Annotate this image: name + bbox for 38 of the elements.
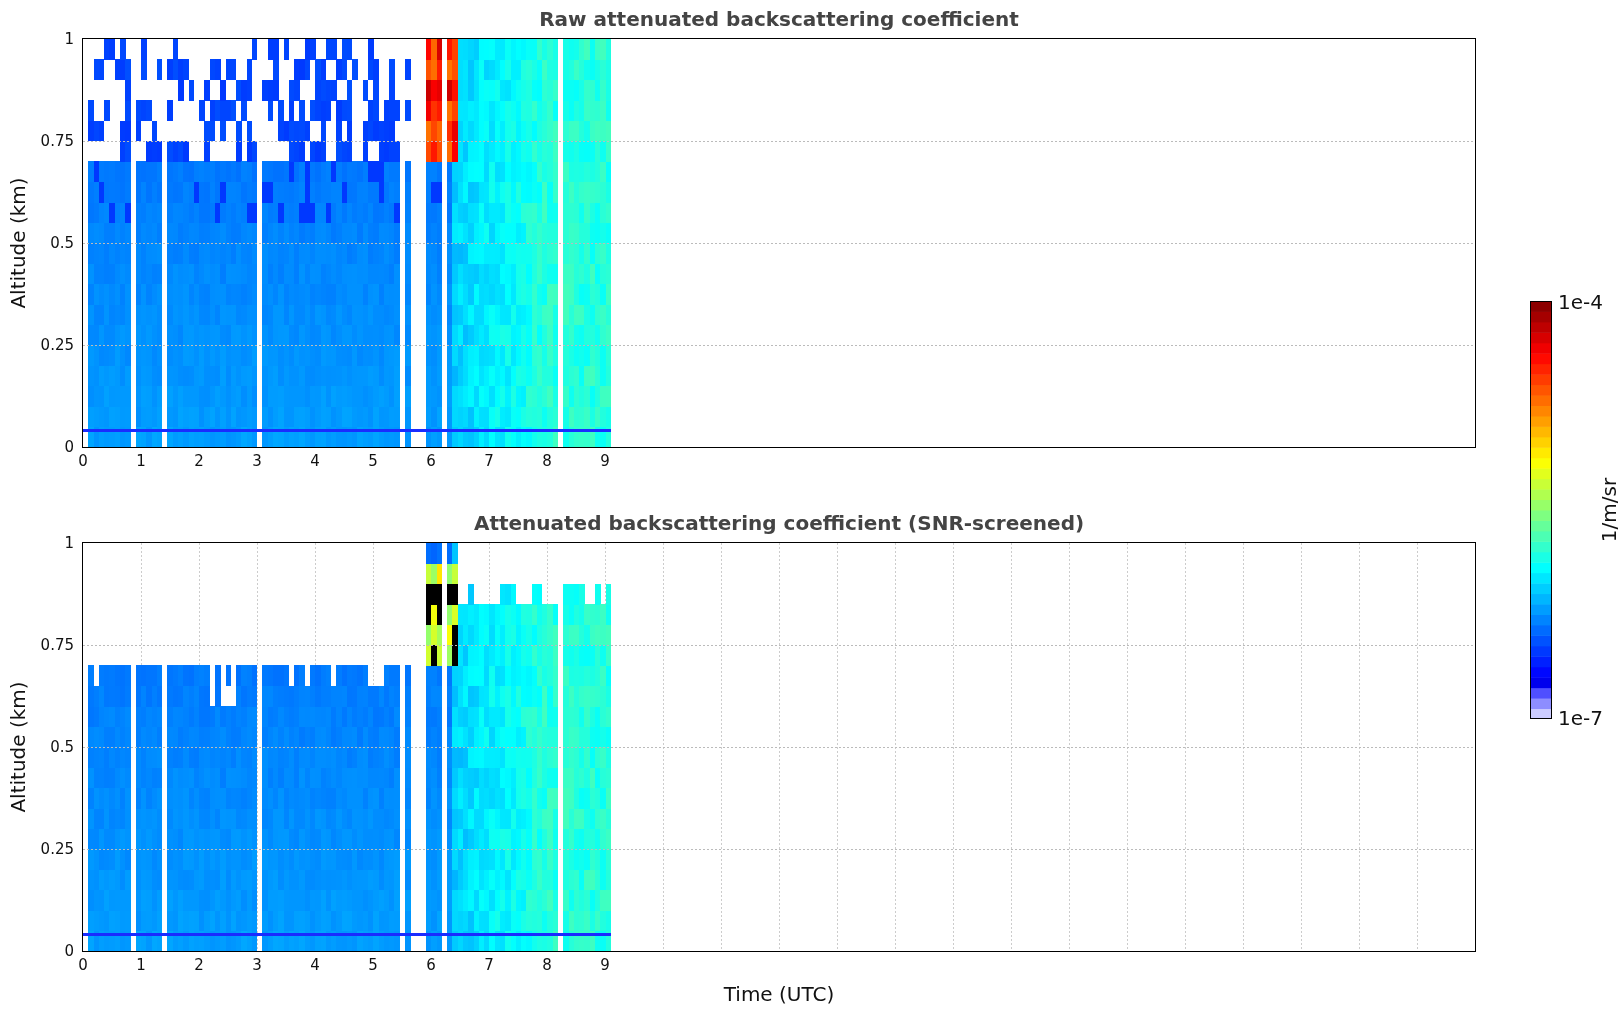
colorbar-label: 1/m/sr bbox=[1597, 477, 1621, 543]
tick-label: 2 bbox=[194, 452, 204, 470]
tick-label: 0.75 bbox=[40, 636, 74, 654]
tick-label: 1 bbox=[136, 956, 146, 974]
chart-title: Raw attenuated backscattering coefficient bbox=[538, 7, 1020, 31]
tick-label: 2 bbox=[194, 956, 204, 974]
axis-label: Altitude (km) bbox=[6, 177, 30, 309]
axis-label: Altitude (km) bbox=[6, 681, 30, 813]
tick-label: 0 bbox=[78, 452, 88, 470]
tick-label: 3 bbox=[252, 956, 262, 974]
tick-label: 8 bbox=[542, 956, 552, 974]
tick-label: 3 bbox=[252, 452, 262, 470]
tick-label: 0.5 bbox=[50, 234, 74, 252]
tick-label: 7 bbox=[484, 452, 494, 470]
tick-label: 6 bbox=[426, 452, 436, 470]
colorbar-max-label: 1e-4 bbox=[1558, 290, 1603, 314]
tick-label: 4 bbox=[310, 452, 320, 470]
tick-label: 1 bbox=[64, 30, 74, 48]
tick-label: 8 bbox=[542, 452, 552, 470]
tick-label: 0.25 bbox=[40, 840, 74, 858]
tick-label: 0.75 bbox=[40, 132, 74, 150]
tick-label: 4 bbox=[310, 956, 320, 974]
tick-label: 5 bbox=[368, 956, 378, 974]
chart-title: Attenuated backscattering coefficient (SNR-screened) bbox=[472, 511, 1086, 535]
tick-label: 9 bbox=[600, 956, 610, 974]
tick-label: 0 bbox=[78, 956, 88, 974]
tick-label: 9 bbox=[600, 452, 610, 470]
tick-label: 0.25 bbox=[40, 336, 74, 354]
axis-label: Time (UTC) bbox=[722, 982, 836, 1006]
tick-label: 0 bbox=[64, 438, 74, 456]
tick-label: 6 bbox=[426, 956, 436, 974]
tick-label: 1 bbox=[136, 452, 146, 470]
tick-label: 0 bbox=[64, 942, 74, 960]
tick-label: 7 bbox=[484, 956, 494, 974]
colorbar-min-label: 1e-7 bbox=[1558, 706, 1603, 730]
tick-label: 0.5 bbox=[50, 738, 74, 756]
tick-label: 5 bbox=[368, 452, 378, 470]
tick-label: 1 bbox=[64, 534, 74, 552]
